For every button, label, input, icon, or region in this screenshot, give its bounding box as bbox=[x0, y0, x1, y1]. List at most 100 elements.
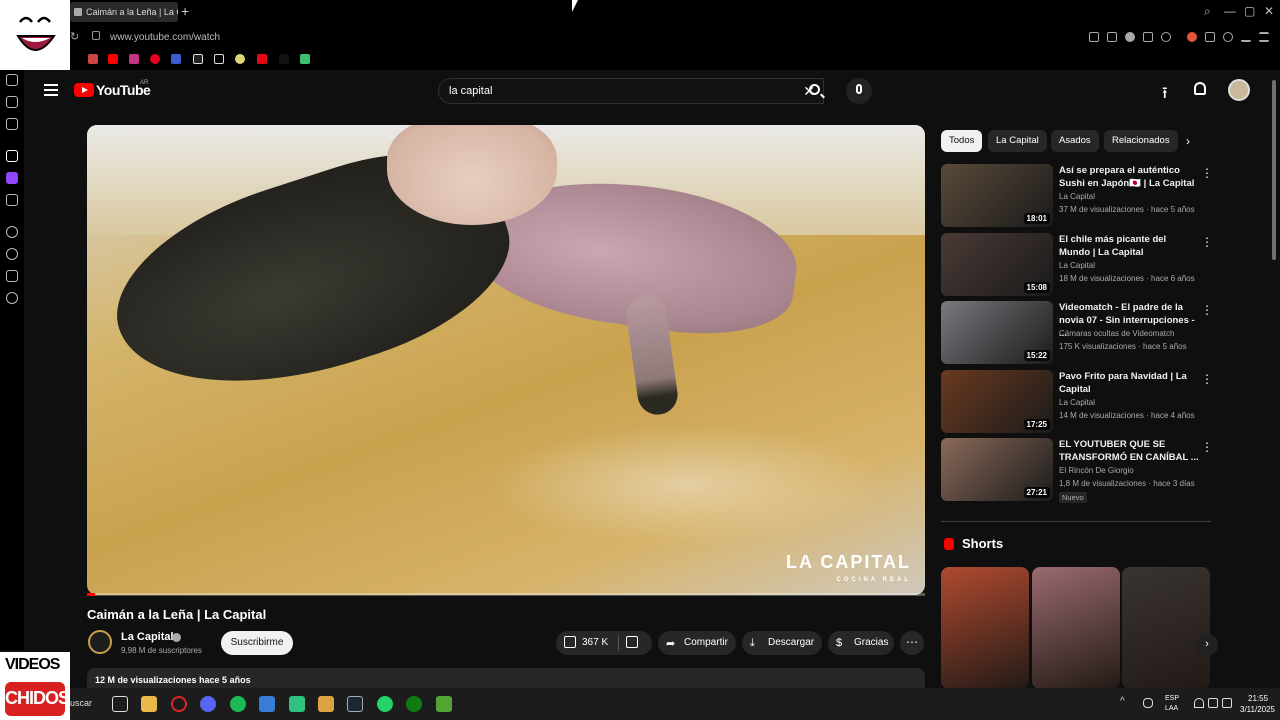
voice-search-button[interactable] bbox=[846, 78, 872, 104]
recommendation-item[interactable]: 17:25 Pavo Frito para Navidad | La Capita… bbox=[941, 370, 1213, 434]
bookmark-dark-icon[interactable] bbox=[279, 54, 289, 64]
battery-icon[interactable] bbox=[1222, 698, 1232, 708]
pinterest-bookmark-icon[interactable] bbox=[150, 54, 160, 64]
tray-mic-icon[interactable] bbox=[1143, 698, 1153, 708]
keyboard-layout[interactable]: LAA bbox=[1165, 705, 1178, 712]
profile-icon[interactable] bbox=[1223, 32, 1233, 42]
recommendation-channel[interactable]: La Capital bbox=[1059, 192, 1095, 201]
sidebar-aria-icon[interactable] bbox=[6, 74, 18, 86]
app-green-icon[interactable] bbox=[289, 696, 305, 712]
recommendation-thumbnail[interactable]: 27:21 bbox=[941, 438, 1053, 501]
sidebar-player-icon[interactable] bbox=[6, 226, 18, 238]
chip-la-capital[interactable]: La Capital bbox=[988, 130, 1047, 152]
keyboard-language[interactable]: ESP bbox=[1165, 695, 1179, 702]
document-bookmark-icon[interactable] bbox=[214, 54, 224, 64]
sidebar-twitch-icon[interactable] bbox=[6, 172, 18, 184]
sidebar-settings-icon[interactable] bbox=[6, 292, 18, 304]
sidebar-m-icon[interactable] bbox=[6, 118, 18, 130]
opera-icon[interactable] bbox=[171, 696, 187, 712]
volume-icon[interactable] bbox=[1208, 698, 1218, 708]
shield-icon[interactable] bbox=[1125, 32, 1135, 42]
clock-time[interactable]: 21:55 bbox=[1248, 694, 1268, 703]
browser-search-icon[interactable]: ⌕ bbox=[1204, 4, 1211, 19]
browser-menu-icon[interactable] bbox=[1259, 32, 1269, 42]
dislike-icon[interactable] bbox=[626, 636, 638, 648]
recommendation-channel[interactable]: La Capital bbox=[1059, 398, 1095, 407]
sidebar-history-icon[interactable] bbox=[6, 248, 18, 260]
download-icon[interactable] bbox=[1241, 32, 1251, 42]
recommendation-thumbnail[interactable]: 17:25 bbox=[941, 370, 1053, 433]
app-yellow-icon[interactable] bbox=[318, 696, 334, 712]
sidebar-flag-icon[interactable] bbox=[6, 150, 18, 162]
recommendation-channel[interactable]: Cámaras ocultas de Videomatch bbox=[1059, 329, 1174, 338]
recommendation-thumbnail[interactable]: 18:01 bbox=[941, 164, 1053, 227]
video-player[interactable]: LA CAPITAL COCINA REAL bbox=[87, 125, 925, 595]
instagram-bookmark-icon[interactable] bbox=[129, 54, 139, 64]
recommendation-title[interactable]: EL YOUTUBER QUE SE TRANSFORMÓ EN CANÍBAL… bbox=[1059, 438, 1199, 464]
close-window-icon[interactable]: ✕ bbox=[1264, 4, 1274, 18]
thanks-button[interactable]: $ Gracias bbox=[828, 631, 894, 655]
extension-icon[interactable] bbox=[1187, 32, 1197, 42]
more-options-icon[interactable]: ⋮ bbox=[1201, 303, 1213, 317]
more-options-icon[interactable]: ⋮ bbox=[1201, 440, 1213, 454]
download-button[interactable]: ⤓ Descargar bbox=[742, 631, 822, 655]
tiktok-bookmark-icon[interactable] bbox=[193, 54, 203, 64]
clock-date[interactable]: 3/11/2025 bbox=[1240, 705, 1275, 714]
minecraft-icon[interactable] bbox=[436, 696, 452, 712]
recommendation-thumbnail[interactable]: 15:08 bbox=[941, 233, 1053, 296]
tray-chevron-icon[interactable]: ^ bbox=[1120, 696, 1130, 707]
subscribe-button[interactable]: Suscribirme bbox=[221, 631, 293, 655]
recommendation-title[interactable]: Así se prepara el auténtico Sushi en Jap… bbox=[1059, 164, 1199, 190]
recommendation-title[interactable]: Pavo Frito para Navidad | La Capital bbox=[1059, 370, 1199, 396]
bookmark-blue-icon[interactable] bbox=[171, 54, 181, 64]
user-avatar[interactable] bbox=[1228, 79, 1250, 101]
xbox-icon[interactable] bbox=[406, 696, 422, 712]
sidebar-extensions-icon[interactable] bbox=[6, 270, 18, 282]
search-button[interactable] bbox=[800, 78, 830, 104]
recommendation-item[interactable]: 15:08 El chile más picante del Mundo | La… bbox=[941, 233, 1213, 297]
netflix-bookmark-icon[interactable] bbox=[257, 54, 267, 64]
recommendation-title[interactable]: El chile más picante del Mundo | La Capi… bbox=[1059, 233, 1199, 259]
bookmark-yellow-icon[interactable] bbox=[235, 54, 245, 64]
extensions-puzzle-icon[interactable] bbox=[1205, 32, 1215, 42]
channel-name[interactable]: La Capital bbox=[121, 631, 174, 643]
video-progress-bar[interactable] bbox=[87, 593, 925, 596]
page-scrollbar[interactable] bbox=[1272, 80, 1276, 260]
sidebar-notes-icon[interactable] bbox=[6, 96, 18, 108]
chips-next-icon[interactable]: › bbox=[1186, 134, 1190, 148]
chip-relacionados[interactable]: Relacionados bbox=[1104, 130, 1178, 152]
maximize-icon[interactable]: ▢ bbox=[1244, 4, 1255, 18]
snapshot-icon[interactable] bbox=[1107, 32, 1117, 42]
search-query[interactable]: la capital bbox=[449, 85, 492, 97]
recommendation-thumbnail[interactable]: 15:22 bbox=[941, 301, 1053, 364]
sidebar-x-icon[interactable] bbox=[6, 194, 18, 206]
short-card-2[interactable] bbox=[1032, 567, 1120, 689]
more-options-icon[interactable]: ⋮ bbox=[1201, 235, 1213, 249]
taskbar-search[interactable]: uscar bbox=[70, 698, 92, 708]
minimize-icon[interactable]: — bbox=[1224, 4, 1236, 18]
recommendation-item[interactable]: 15:22 Videomatch - El padre de la novia 0… bbox=[941, 301, 1213, 365]
short-card-3[interactable] bbox=[1122, 567, 1210, 689]
search-input[interactable]: la capital ✕ bbox=[438, 78, 824, 104]
share-button[interactable]: ➦ Compartir bbox=[658, 631, 736, 655]
bookmark-green-icon[interactable] bbox=[300, 54, 310, 64]
like-icon[interactable] bbox=[564, 636, 576, 648]
youtube-bookmark-icon[interactable] bbox=[108, 54, 118, 64]
chip-todos[interactable]: Todos bbox=[941, 130, 983, 152]
reload-icon[interactable]: ↻ bbox=[70, 30, 79, 43]
hamburger-menu-icon[interactable] bbox=[44, 84, 58, 96]
like-count[interactable]: 367 K bbox=[582, 637, 608, 648]
discord-icon[interactable] bbox=[200, 696, 216, 712]
more-options-icon[interactable]: ⋮ bbox=[1201, 166, 1213, 180]
shorts-next-button[interactable]: › bbox=[1196, 634, 1218, 656]
bookmark-icon[interactable] bbox=[1089, 32, 1099, 42]
channel-avatar[interactable] bbox=[88, 630, 112, 654]
upload-icon[interactable]: ⭱ bbox=[1162, 82, 1168, 109]
recommendation-item[interactable]: 18:01 Así se prepara el auténtico Sushi e… bbox=[941, 164, 1213, 228]
heart-icon[interactable] bbox=[1161, 32, 1171, 42]
youtube-logo-icon[interactable] bbox=[74, 83, 94, 97]
chip-asados[interactable]: Asados bbox=[1051, 130, 1099, 152]
short-card-1[interactable] bbox=[941, 567, 1029, 689]
notifications-bell-icon[interactable] bbox=[1194, 82, 1206, 95]
steam-icon[interactable] bbox=[347, 696, 363, 712]
